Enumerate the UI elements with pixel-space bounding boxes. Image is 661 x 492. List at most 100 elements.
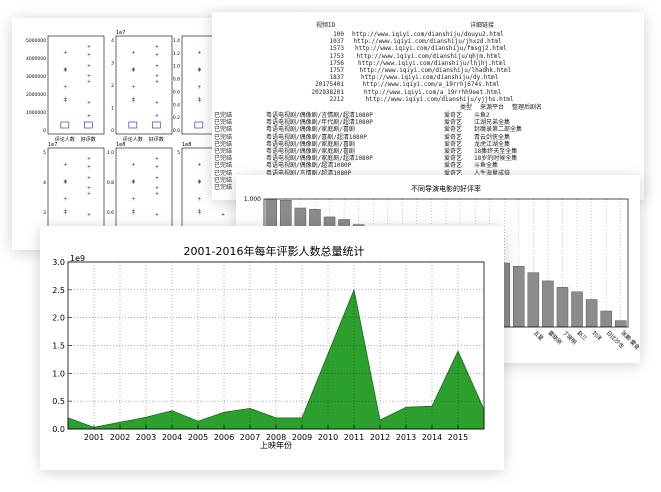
bar bbox=[600, 310, 612, 328]
x-tick-label: 2005 bbox=[188, 433, 208, 442]
x-tick-label: 2001 bbox=[84, 433, 104, 442]
box-outlier: + bbox=[197, 208, 201, 214]
box-outlier: + bbox=[63, 50, 67, 56]
box-y-tick-label: 3000000 bbox=[26, 74, 46, 80]
bar-y-tick-label: 1.000 bbox=[244, 196, 261, 203]
x-axis-label: 上映年份 bbox=[260, 440, 292, 450]
y-tick-label: 0.0 bbox=[52, 425, 65, 434]
box-y-tick-label: 0.0 bbox=[173, 128, 180, 134]
box-outlier: + bbox=[87, 79, 91, 85]
y-axis-exponent: 1e9 bbox=[70, 254, 85, 263]
x-tick-label: 2007 bbox=[240, 433, 260, 442]
main-chart-card: 0.0 0.5 1.0 1.5 2.0 2.5 3.0 2001 2002 2003 2004 200… bbox=[40, 226, 504, 470]
box-y-tick-label: 2 bbox=[111, 83, 114, 89]
box-y-tick-label: 0.4 bbox=[173, 102, 180, 108]
box-outlier: + bbox=[197, 50, 201, 56]
box-x-label: 评论人数 bbox=[55, 136, 75, 143]
box-outlier: + bbox=[63, 162, 67, 168]
box-y-tick-label: 0.8 bbox=[107, 180, 114, 186]
bar-category-label: 刘洋 bbox=[590, 329, 604, 343]
box-outlier: + bbox=[131, 96, 135, 102]
box-y-tick-label: 1 bbox=[111, 106, 114, 112]
box-panel-exponent: 1e8 bbox=[182, 142, 191, 148]
box-y-tick-label: 5 bbox=[177, 150, 180, 156]
box-y-tick-label: 0.6 bbox=[173, 89, 180, 95]
box-outlier: + bbox=[87, 113, 91, 119]
y-tick-label: 2.0 bbox=[52, 314, 65, 323]
box-outlier: + bbox=[155, 164, 159, 170]
box-outlier: + bbox=[87, 63, 91, 69]
bar bbox=[585, 299, 598, 328]
listing-header-platform: 来源平台 bbox=[480, 104, 505, 111]
bar bbox=[513, 265, 525, 328]
listing-status-cell: 已完结 bbox=[214, 184, 233, 191]
box-y-tick-label: 3 bbox=[111, 61, 114, 67]
box-panel-exponent: 1e8 bbox=[116, 142, 125, 148]
box-y-tick-label: 0.8 bbox=[173, 77, 180, 83]
box-outlier: + bbox=[131, 50, 135, 56]
box-y-tick-label: 0.2 bbox=[173, 115, 180, 121]
listing-card: 视频ID 详细链接 100 http://www.iqiyi.com/diansh… bbox=[212, 12, 644, 200]
box-outlier: + bbox=[87, 212, 91, 218]
box-outlier: + bbox=[155, 100, 159, 106]
bar bbox=[542, 280, 554, 328]
bar bbox=[614, 320, 627, 328]
bar bbox=[527, 272, 540, 328]
box-panel-exponent: 1e7 bbox=[48, 142, 57, 148]
box-y-tick-label: 2000000 bbox=[26, 92, 46, 98]
y-tick-label: 2.5 bbox=[52, 286, 65, 295]
box-outlier: + bbox=[87, 191, 91, 197]
box-y-tick-label: 1000000 bbox=[26, 110, 46, 116]
box-outlier: + bbox=[197, 68, 201, 74]
x-tick-label: 2004 bbox=[162, 433, 182, 442]
box-x-label: 好评数 bbox=[81, 136, 96, 143]
box-y-tick-label: 4 bbox=[43, 180, 46, 186]
y-tick-label: 0.5 bbox=[52, 397, 65, 406]
listing-id-cell: 2212 bbox=[329, 95, 344, 103]
box-outlier: + bbox=[87, 175, 91, 181]
box-outlier: + bbox=[197, 180, 201, 186]
listing-header-link: 详细链接 bbox=[470, 22, 495, 29]
box-outlier: + bbox=[87, 52, 91, 58]
box-outlier: + bbox=[131, 196, 135, 202]
box-outlier: + bbox=[155, 191, 159, 197]
x-tick-label: 2009 bbox=[292, 433, 312, 442]
box-outlier: + bbox=[155, 212, 159, 218]
box-outlier: + bbox=[155, 63, 159, 69]
bar-category-label: 张鹏·雷金 bbox=[619, 329, 640, 352]
y-tick-label: 1.5 bbox=[52, 342, 65, 351]
box-outlier: + bbox=[155, 175, 159, 181]
bar-category-label: 丁晓明 bbox=[561, 329, 579, 347]
box-outlier: + bbox=[155, 113, 159, 119]
box-y-tick-label: 3 bbox=[43, 210, 46, 216]
box-y-tick-label: 0 bbox=[43, 128, 46, 134]
box-outlier: + bbox=[155, 44, 159, 50]
box-outlier: + bbox=[197, 162, 201, 168]
box-outlier: + bbox=[131, 208, 135, 214]
x-tick-label: 2010 bbox=[318, 433, 338, 442]
box-outlier: + bbox=[87, 164, 91, 170]
box-y-tick-label: 0 bbox=[111, 128, 114, 134]
bar bbox=[571, 291, 583, 328]
box-x-label: 好评数 bbox=[149, 136, 164, 143]
x-tick-label: 2015 bbox=[448, 433, 468, 442]
box-outlier: + bbox=[87, 100, 91, 106]
box-y-tick-label: 1.4 bbox=[173, 38, 180, 44]
box-outlier: + bbox=[155, 156, 159, 162]
box-outlier: + bbox=[155, 52, 159, 58]
box-outlier: + bbox=[197, 96, 201, 102]
box-outlier: + bbox=[155, 79, 159, 85]
box-y-tick-label: 4 bbox=[111, 38, 114, 44]
x-tick-label: 2011 bbox=[344, 433, 364, 442]
listing-header-type: 类型 bbox=[460, 104, 473, 111]
box-outlier: + bbox=[87, 44, 91, 50]
chart-title: 2001-2016年每年评影人数总量统计 bbox=[184, 244, 365, 258]
box-y-tick-label: 1.2 bbox=[173, 51, 180, 57]
box-outlier: + bbox=[197, 84, 201, 90]
box-outlier: + bbox=[63, 84, 67, 90]
x-tick-label: 2013 bbox=[396, 433, 416, 442]
box-outlier: + bbox=[131, 162, 135, 168]
box-y-tick-label: 5000000 bbox=[26, 38, 46, 44]
box-outlier: + bbox=[197, 196, 201, 202]
bar-chart-title: 不同导演电影的好评率 bbox=[411, 184, 481, 193]
